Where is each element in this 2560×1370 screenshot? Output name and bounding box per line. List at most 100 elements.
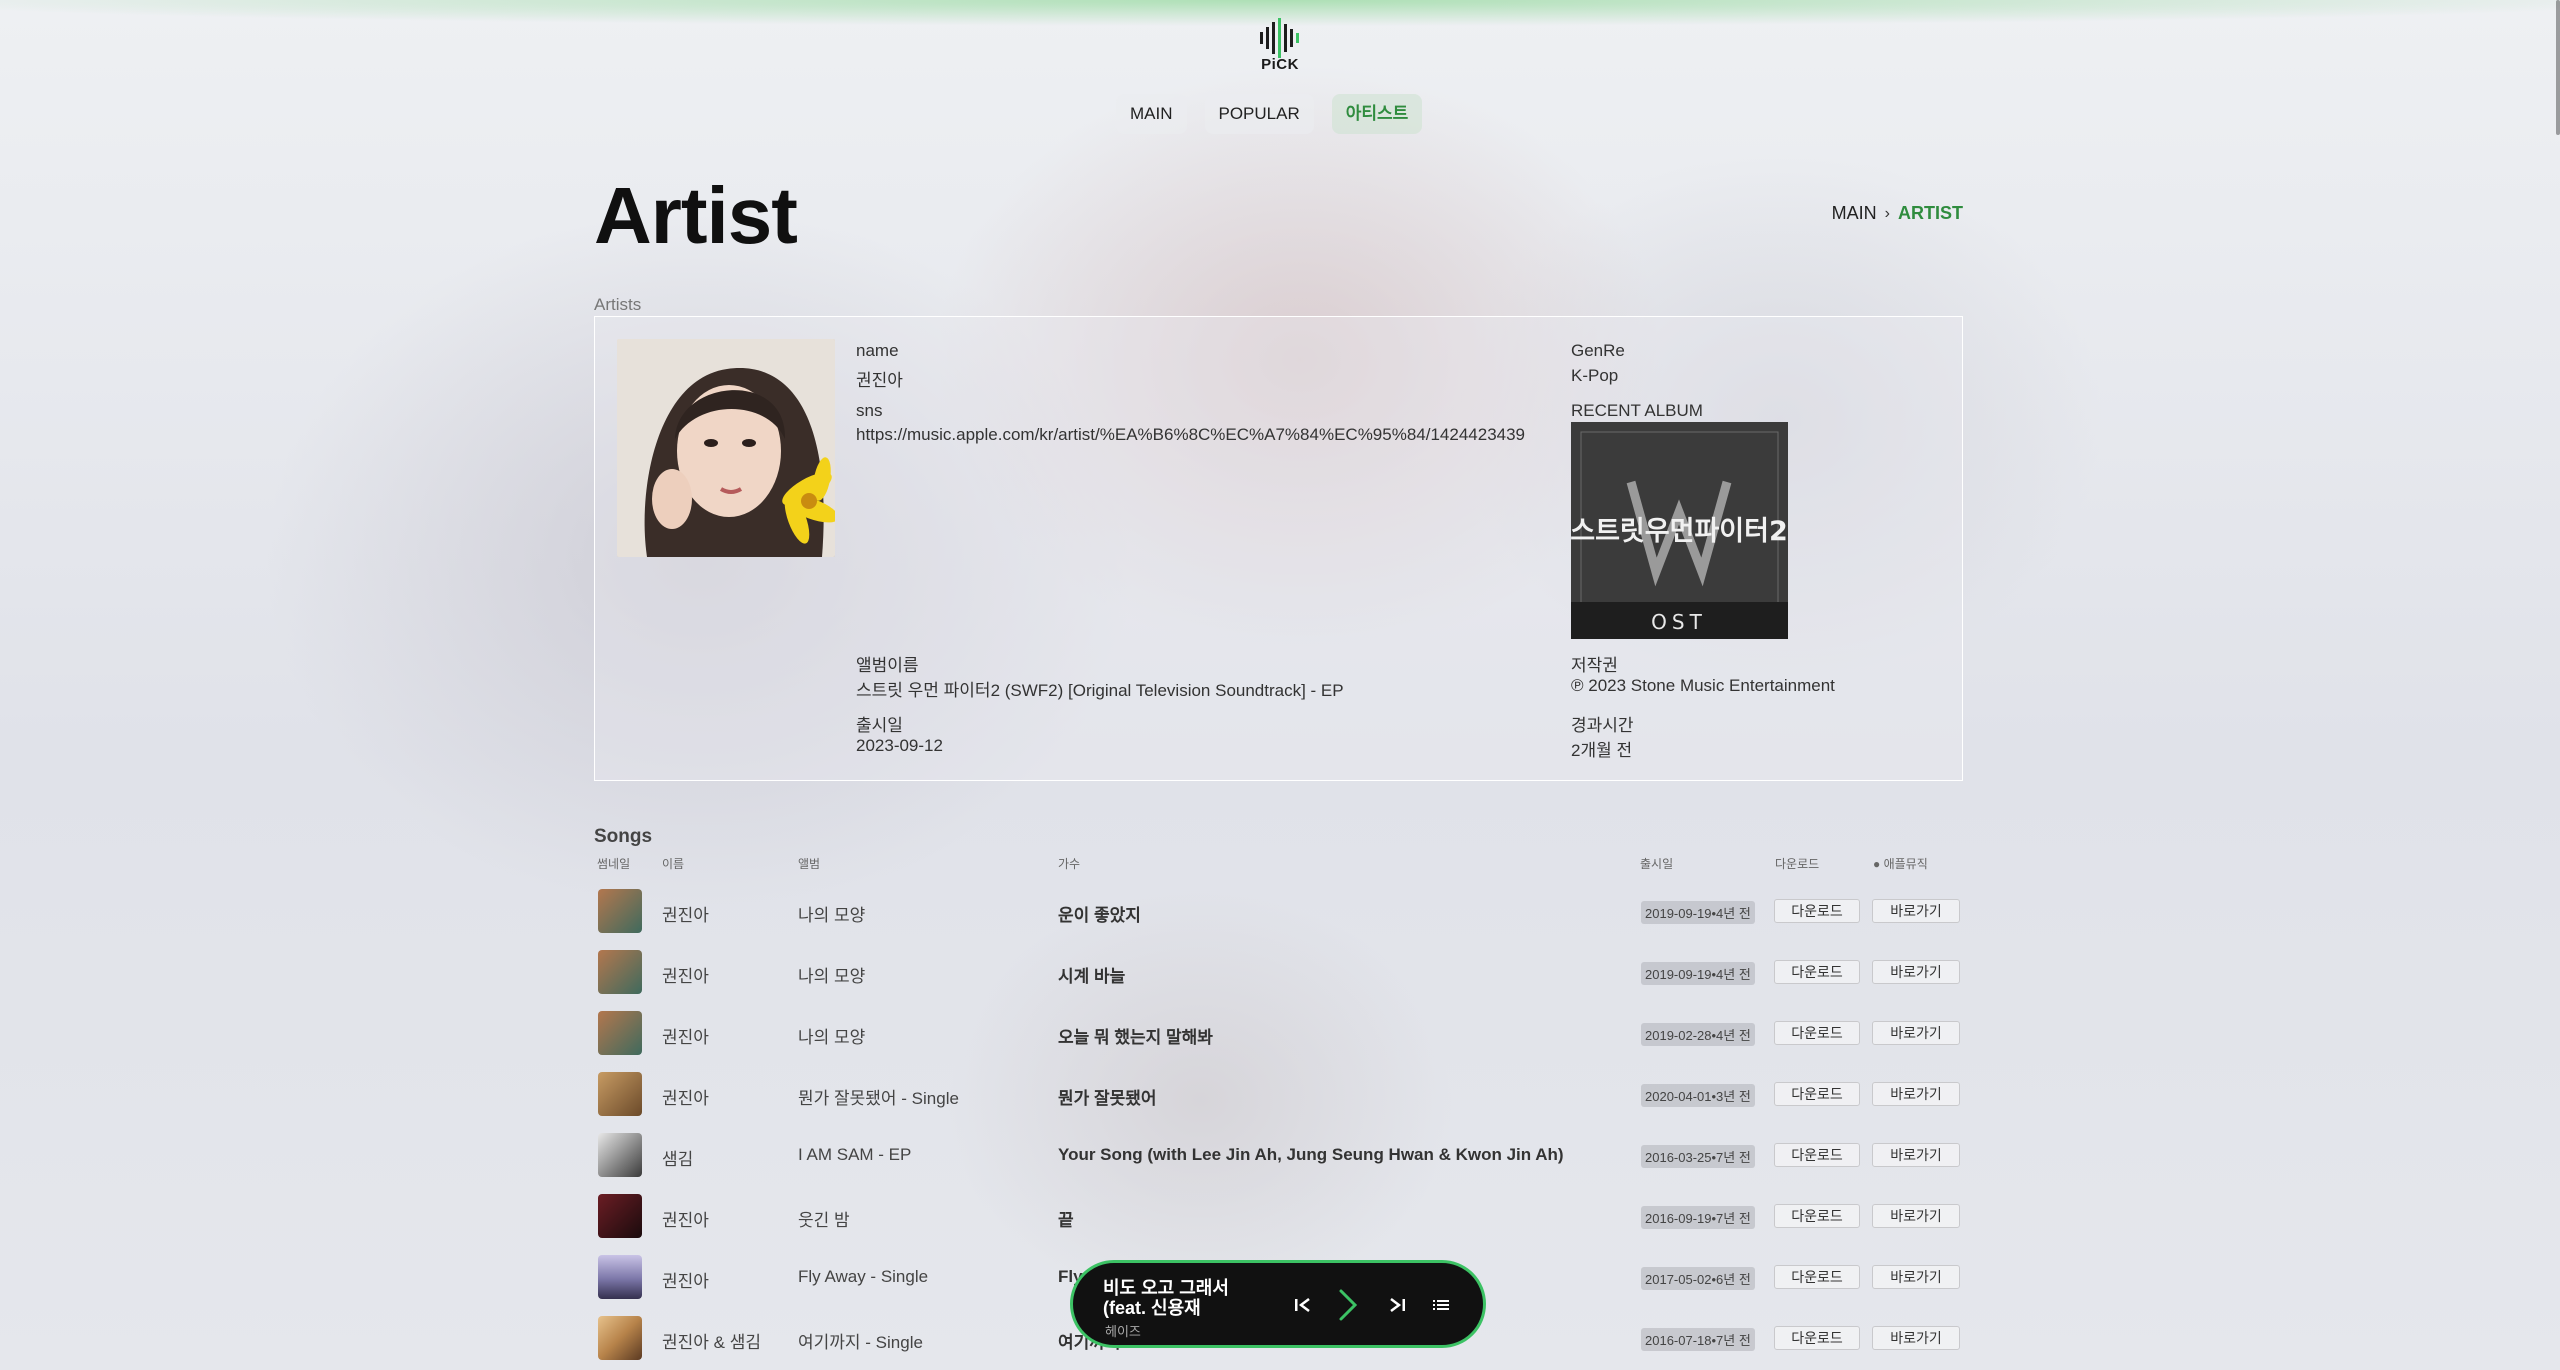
download-button[interactable]: 다운로드 (1774, 1082, 1860, 1106)
name-label: name (856, 341, 899, 360)
download-button[interactable]: 다운로드 (1774, 1204, 1860, 1228)
waveform-logo-icon (1260, 18, 1299, 58)
song-row[interactable]: 권진아 웃긴 밤 끝 2016-09-19•7년 전 다운로드 바로가기 (594, 1184, 1963, 1244)
song-artist: 권진아 & 샘김 (662, 1333, 761, 1352)
col-date: 출시일 (1640, 857, 1674, 871)
song-album: 뭔가 잘못됐어 - Single (798, 1089, 959, 1108)
song-thumbnail (598, 889, 642, 933)
song-album: I AM SAM - EP (798, 1145, 912, 1164)
sns-label: sns (856, 401, 883, 420)
song-artist: 권진아 (662, 1211, 709, 1230)
download-button[interactable]: 다운로드 (1774, 1143, 1860, 1167)
album-art-text: 스트릿우먼파이터2 (1571, 516, 1788, 547)
song-title: 끝 (1058, 1211, 1074, 1230)
song-date: 2016-07-18•7년 전 (1641, 1328, 1755, 1351)
song-title: 오늘 뭐 했는지 말해봐 (1058, 1028, 1213, 1047)
song-album: 나의 모양 (798, 906, 866, 925)
song-date: 2019-02-28•4년 전 (1641, 1023, 1755, 1046)
song-album: 여기까지 - Single (798, 1333, 923, 1352)
song-album: 웃긴 밤 (798, 1211, 850, 1230)
song-thumbnail (598, 1255, 642, 1299)
logo-text: PiCK (1261, 56, 1299, 73)
song-date: 2017-05-02•6년 전 (1641, 1267, 1755, 1290)
col-title: 가수 (1058, 857, 1081, 871)
song-title: 뭔가 잘못됐어 (1058, 1089, 1157, 1108)
mini-player: 비도 오고 그래서 (feat. 신용재 헤이즈 (1070, 1260, 1486, 1348)
song-title: 시계 바늘 (1058, 967, 1126, 986)
go-button[interactable]: 바로가기 (1872, 1082, 1960, 1106)
song-artist: 권진아 (662, 1089, 709, 1108)
player-track-title: 비도 오고 그래서 (feat. 신용재 (1103, 1278, 1229, 1318)
breadcrumb: MAIN › ARTIST (1832, 203, 1963, 224)
download-button[interactable]: 다운로드 (1774, 960, 1860, 984)
go-button[interactable]: 바로가기 (1872, 960, 1960, 984)
next-icon[interactable] (1385, 1291, 1409, 1319)
recent-album-cover[interactable]: 스트릿우먼파이터2 OST (1571, 422, 1788, 639)
sns-link[interactable]: https://music.apple.com/kr/artist/%EA%B6… (856, 425, 1525, 445)
artists-section-label: Artists (594, 295, 642, 314)
song-row[interactable]: 권진아 뭔가 잘못됐어 - Single 뭔가 잘못됐어 2020-04-01•… (594, 1062, 1963, 1122)
nav-popular[interactable]: POPULAR (1204, 94, 1314, 134)
elapsed-label: 경과시간 (1571, 716, 1634, 735)
release-date: 2023-09-12 (856, 736, 943, 755)
song-row[interactable]: 권진아 나의 모양 오늘 뭐 했는지 말해봐 2019-02-28•4년 전 다… (594, 1001, 1963, 1061)
col-download: 다운로드 (1775, 857, 1820, 871)
song-artist: 권진아 (662, 1272, 709, 1291)
song-artist: 샘김 (662, 1150, 694, 1169)
download-button[interactable]: 다운로드 (1774, 1021, 1860, 1045)
scrollbar[interactable] (2556, 0, 2560, 135)
col-apple-music: ● 애플뮤직 (1873, 857, 1928, 871)
song-title: 운이 좋았지 (1058, 906, 1141, 925)
song-album: Fly Away - Single (798, 1267, 929, 1286)
song-date: 2019-09-19•4년 전 (1641, 962, 1755, 985)
download-button[interactable]: 다운로드 (1774, 1265, 1860, 1289)
breadcrumb-home[interactable]: MAIN (1832, 203, 1877, 224)
col-album: 앨범 (798, 857, 821, 871)
song-row[interactable]: 권진아 나의 모양 운이 좋았지 2019-09-19•4년 전 다운로드 바로… (594, 879, 1963, 939)
album-name: 스트릿 우먼 파이터2 (SWF2) [Original Television … (856, 681, 1344, 700)
song-row[interactable]: 권진아 나의 모양 시계 바늘 2019-09-19•4년 전 다운로드 바로가… (594, 940, 1963, 1000)
song-thumbnail (598, 1072, 642, 1116)
go-button[interactable]: 바로가기 (1872, 1204, 1960, 1228)
go-button[interactable]: 바로가기 (1872, 1143, 1960, 1167)
elapsed-value: 2개월 전 (1571, 741, 1633, 760)
col-name: 이름 (662, 857, 685, 871)
album-art-image: 스트릿우먼파이터2 OST (1571, 422, 1788, 639)
nav-main[interactable]: MAIN (1116, 94, 1187, 134)
song-artist: 권진아 (662, 1028, 709, 1047)
song-artist: 권진아 (662, 967, 709, 986)
copyright-value: ℗ 2023 Stone Music Entertainment (1571, 676, 1835, 695)
song-thumbnail (598, 1194, 642, 1238)
go-button[interactable]: 바로가기 (1872, 1021, 1960, 1045)
logo[interactable]: PiCK (1255, 18, 1305, 80)
song-thumbnail (598, 1316, 642, 1360)
playlist-icon[interactable] (1429, 1291, 1453, 1319)
genre-value: K-Pop (1571, 366, 1619, 385)
go-button[interactable]: 바로가기 (1872, 1326, 1960, 1350)
song-thumbnail (598, 1133, 642, 1177)
download-button[interactable]: 다운로드 (1774, 899, 1860, 923)
go-button[interactable]: 바로가기 (1872, 899, 1960, 923)
chevron-right-icon: › (1884, 204, 1890, 222)
artist-photo (617, 339, 835, 557)
artist-card: name 권진아 sns https://music.apple.com/kr/… (594, 316, 1963, 781)
song-thumbnail (598, 950, 642, 994)
page-title: Artist (594, 171, 798, 260)
album-name-label: 앨범이름 (856, 656, 919, 675)
prev-icon[interactable] (1291, 1291, 1315, 1319)
song-row[interactable]: 샘김 I AM SAM - EP Your Song (with Lee Jin… (594, 1123, 1963, 1183)
recent-album-label: RECENT ALBUM (1571, 401, 1703, 420)
songs-title: Songs (594, 826, 653, 847)
col-thumb: 썸네일 (597, 857, 631, 871)
release-label: 출시일 (856, 716, 903, 735)
song-date: 2016-09-19•7년 전 (1641, 1206, 1755, 1229)
top-nav: MAIN POPULAR 아티스트 (1116, 94, 1423, 134)
go-button[interactable]: 바로가기 (1872, 1265, 1960, 1289)
download-button[interactable]: 다운로드 (1774, 1326, 1860, 1350)
song-date: 2016-03-25•7년 전 (1641, 1145, 1755, 1168)
play-icon[interactable] (1333, 1285, 1363, 1325)
song-thumbnail (598, 1011, 642, 1055)
nav-artist[interactable]: 아티스트 (1331, 94, 1423, 134)
artist-name: 권진아 (856, 371, 903, 390)
artist-portrait-image (617, 339, 835, 557)
